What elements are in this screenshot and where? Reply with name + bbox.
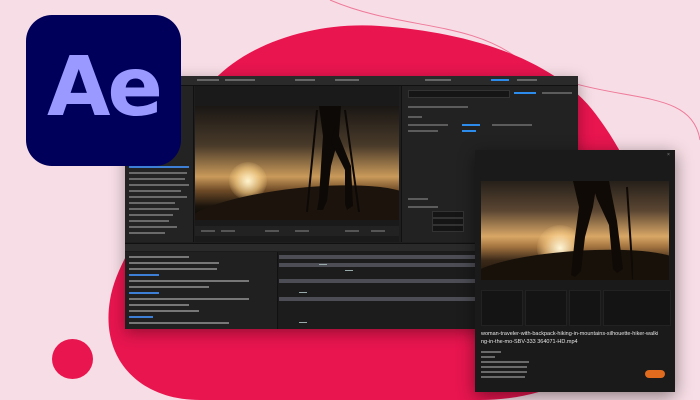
export-preview <box>481 181 669 280</box>
tab-review[interactable] <box>517 79 537 81</box>
tab-composition[interactable] <box>197 79 219 81</box>
video-frame <box>195 106 399 220</box>
thumbnail-strip <box>481 290 671 326</box>
tab-default-workspace[interactable] <box>491 79 509 81</box>
hiker-silhouette <box>306 106 360 213</box>
logo-text: Ae <box>46 40 163 135</box>
tab-essential[interactable] <box>425 79 451 81</box>
export-dialog: × woman-traveler-with-backpack-hiking-in… <box>475 150 675 392</box>
export-filename: woman-traveler-with-backpack-hiking-in-m… <box>481 331 659 345</box>
tab-footage[interactable] <box>295 79 315 81</box>
close-icon[interactable]: × <box>667 152 670 158</box>
workspace-bar <box>125 76 578 86</box>
after-effects-logo: Ae <box>26 15 181 166</box>
layer-list <box>125 252 278 329</box>
composition-viewer[interactable] <box>195 86 399 242</box>
export-button[interactable] <box>645 370 665 378</box>
tab-layer[interactable] <box>225 79 255 81</box>
hiker-silhouette-preview <box>571 181 633 280</box>
viewer-toolbar <box>195 226 399 236</box>
tab-flowchart[interactable] <box>335 79 359 81</box>
